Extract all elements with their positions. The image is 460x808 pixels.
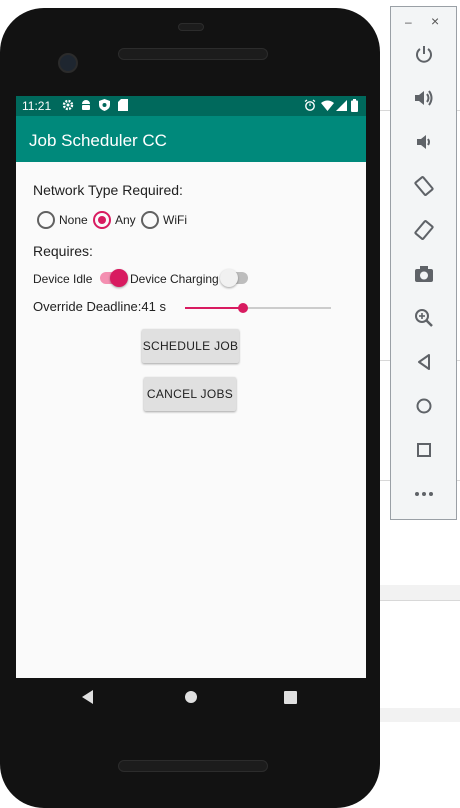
nav-home-icon[interactable] bbox=[184, 690, 198, 709]
shield-icon bbox=[99, 99, 110, 114]
more-icon[interactable] bbox=[407, 479, 441, 509]
network-type-heading: Network Type Required: bbox=[33, 182, 183, 198]
device-idle-switch[interactable] bbox=[100, 268, 128, 288]
battery-icon bbox=[351, 99, 358, 115]
status-bar: 11:21 bbox=[16, 96, 366, 116]
camera-icon[interactable] bbox=[407, 259, 441, 289]
home-icon[interactable] bbox=[407, 391, 441, 421]
overview-icon[interactable] bbox=[407, 435, 441, 465]
nav-overview-icon[interactable] bbox=[284, 691, 297, 709]
deadline-label: Override Deadline:41 s bbox=[33, 299, 166, 314]
radio-any[interactable] bbox=[93, 211, 111, 229]
earpiece bbox=[178, 23, 204, 31]
volume-up-icon[interactable] bbox=[407, 83, 441, 113]
status-time: 11:21 bbox=[22, 99, 52, 113]
back-icon[interactable] bbox=[407, 347, 441, 377]
android-icon bbox=[80, 99, 92, 114]
device-charging-label: Device Charging bbox=[130, 272, 219, 286]
schedule-job-button[interactable]: SCHEDULE JOB bbox=[142, 329, 239, 363]
requires-heading: Requires: bbox=[33, 243, 93, 259]
close-button[interactable]: × bbox=[431, 13, 439, 29]
device-screen: 11:21 Job Scheduler CC Network Type Requ… bbox=[16, 96, 366, 678]
sd-card-icon bbox=[118, 99, 128, 114]
top-speaker bbox=[118, 48, 268, 60]
minimize-button[interactable]: – bbox=[405, 15, 412, 29]
zoom-icon[interactable] bbox=[407, 303, 441, 333]
radio-none-label: None bbox=[59, 213, 88, 227]
app-title: Job Scheduler CC bbox=[29, 131, 167, 150]
rotate-right-icon[interactable] bbox=[407, 215, 441, 245]
front-camera bbox=[58, 53, 78, 73]
nav-back-icon[interactable] bbox=[82, 690, 94, 709]
settings-icon bbox=[62, 99, 74, 114]
emulator-toolbar: – × bbox=[390, 6, 457, 520]
wifi-icon bbox=[321, 100, 334, 114]
device-idle-label: Device Idle bbox=[33, 272, 93, 286]
cancel-jobs-button[interactable]: CANCEL JOBS bbox=[144, 377, 236, 411]
device-charging-switch[interactable] bbox=[220, 268, 248, 288]
radio-wifi[interactable] bbox=[141, 211, 159, 229]
volume-down-icon[interactable] bbox=[407, 127, 441, 157]
radio-none[interactable] bbox=[37, 211, 55, 229]
navigation-bar bbox=[16, 678, 366, 718]
radio-wifi-label: WiFi bbox=[163, 213, 187, 227]
bottom-speaker bbox=[118, 760, 268, 772]
app-bar: Job Scheduler CC bbox=[16, 116, 366, 162]
radio-any-label: Any bbox=[115, 213, 136, 227]
rotate-left-icon[interactable] bbox=[407, 171, 441, 201]
deadline-slider[interactable] bbox=[185, 298, 331, 318]
signal-icon bbox=[336, 100, 347, 114]
power-icon[interactable] bbox=[407, 39, 441, 69]
alarm-icon bbox=[304, 99, 316, 114]
